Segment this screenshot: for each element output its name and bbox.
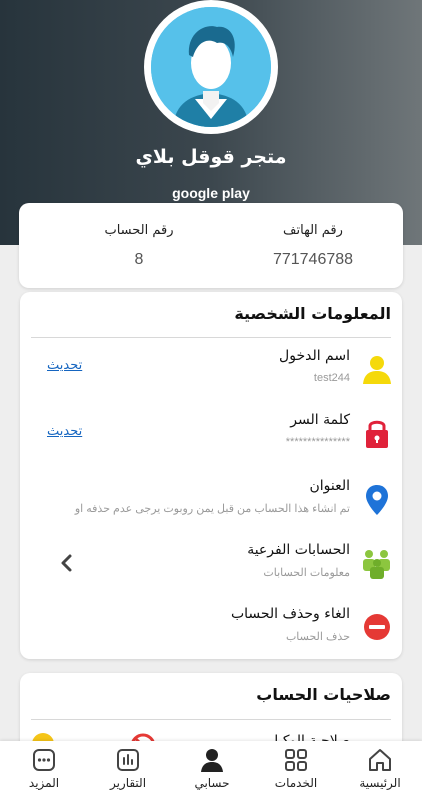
nav-my-account-label: حسابي	[194, 776, 230, 790]
personal-info-card: المعلومات الشخصية اسم الدخول test244 تحد…	[20, 292, 402, 659]
person-icon	[201, 749, 223, 772]
nav-home-label: الرئيسية	[359, 776, 401, 790]
sub-accounts-row[interactable]: الحسابات الفرعية معلومات الحسابات	[20, 542, 402, 602]
password-value: ***************	[285, 436, 350, 448]
divider	[31, 337, 391, 338]
nav-home[interactable]: الرئيسية	[338, 747, 422, 799]
user-avatar-icon	[151, 7, 271, 127]
bottom-navigation: الرئيسية الخدمات حسابي التقارير المزيد	[0, 741, 422, 800]
nav-services-label: الخدمات	[274, 776, 318, 790]
account-number-label: رقم الحساب	[104, 223, 174, 238]
nav-services[interactable]: الخدمات	[254, 747, 338, 799]
avatar[interactable]	[144, 0, 278, 134]
divider	[31, 719, 391, 720]
address-row[interactable]: العنوان تم انشاء هذا الحساب من قبل يمن ر…	[20, 478, 402, 538]
minus-circle-icon	[364, 614, 390, 640]
nav-more[interactable]: المزيد	[2, 747, 86, 799]
nav-my-account[interactable]: حسابي	[170, 747, 254, 799]
update-login-link[interactable]: تحديث	[47, 358, 82, 373]
sub-accounts-title: الحسابات الفرعية	[247, 542, 350, 558]
user-icon	[363, 356, 391, 384]
account-number-value: 8	[134, 251, 144, 268]
group-icon	[363, 550, 390, 579]
location-pin-icon	[366, 485, 388, 515]
phone-label: رقم الهاتف	[283, 223, 343, 238]
nav-more-label: المزيد	[28, 776, 60, 790]
nav-reports-label: التقارير	[109, 776, 147, 790]
more-icon	[33, 749, 55, 771]
password-title: كلمة السر	[290, 412, 350, 428]
delete-account-row[interactable]: الغاء وحذف الحساب حذف الحساب	[20, 606, 402, 666]
grid-icon	[285, 749, 307, 771]
sub-accounts-subtitle: معلومات الحسابات	[263, 567, 350, 579]
personal-info-title: المعلومات الشخصية	[234, 304, 391, 323]
home-icon	[369, 749, 391, 771]
report-icon	[117, 749, 139, 771]
delete-account-subtitle: حذف الحساب	[285, 631, 350, 643]
account-stats-card: رقم الهاتف 771746788 رقم الحساب 8	[19, 203, 403, 288]
permissions-title: صلاحيات الحساب	[256, 685, 391, 704]
phone-value: 771746788	[272, 251, 354, 268]
delete-account-title: الغاء وحذف الحساب	[230, 606, 350, 622]
login-name-value: test244	[313, 372, 350, 384]
store-name: متجر قوقل بلاي	[135, 146, 287, 168]
nav-reports[interactable]: التقارير	[86, 747, 170, 799]
avatar-image	[151, 7, 271, 127]
chevron-left-icon[interactable]	[58, 553, 76, 573]
store-subtitle: google play	[172, 185, 250, 201]
lock-icon	[366, 420, 388, 448]
address-value: تم انشاء هذا الحساب من قبل يمن روبوت يرج…	[74, 503, 350, 515]
address-title: العنوان	[309, 478, 350, 494]
login-name-row: اسم الدخول test244 تحديث	[20, 348, 402, 408]
update-password-link[interactable]: تحديث	[47, 424, 82, 439]
login-name-title: اسم الدخول	[279, 348, 350, 364]
password-row: كلمة السر *************** تحديث	[20, 412, 402, 472]
